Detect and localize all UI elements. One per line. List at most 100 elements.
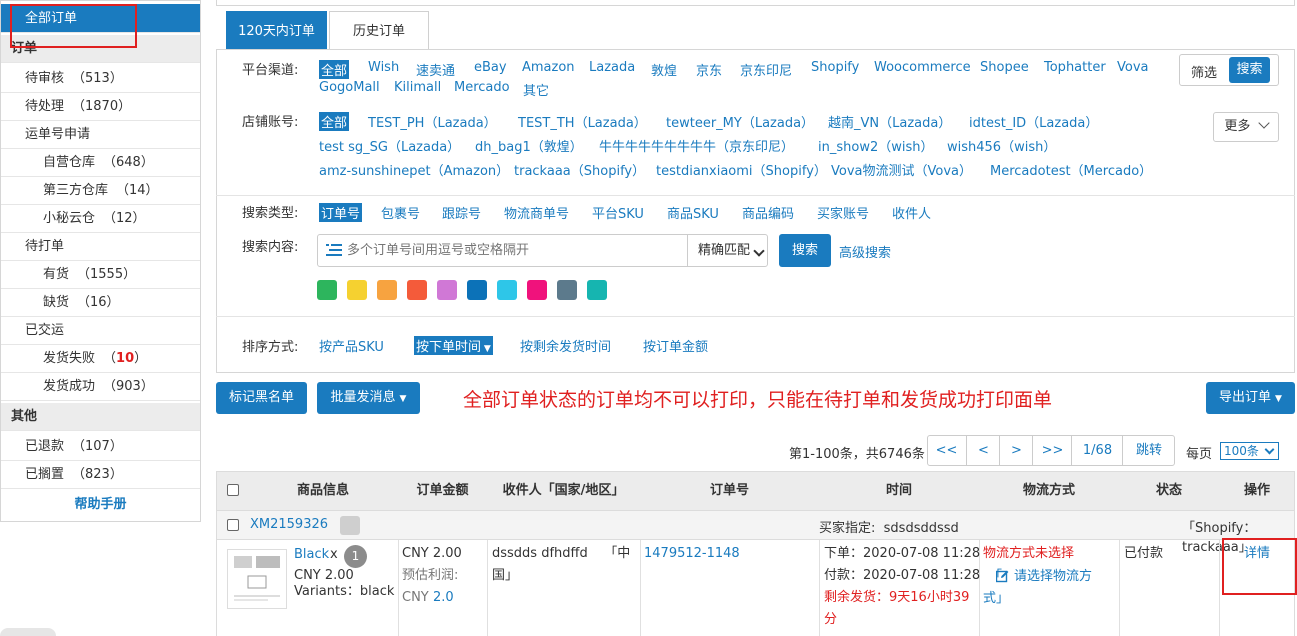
store-option[interactable]: in_show2（wish） bbox=[818, 136, 933, 155]
sidebar-item-xiaomi-cloud[interactable]: 小秘云仓 （12） bbox=[1, 205, 200, 233]
sort-option[interactable]: 按产品SKU bbox=[319, 336, 384, 355]
color-tag-swatch[interactable] bbox=[467, 280, 487, 300]
page-next-button[interactable]: > bbox=[1001, 435, 1033, 466]
sidebar-item-refunded[interactable]: 已退款 （107） bbox=[1, 433, 200, 461]
platform-option[interactable]: Amazon bbox=[522, 60, 575, 75]
order-number-link[interactable]: 1479512-1148 bbox=[644, 543, 740, 565]
store-option[interactable]: Vova物流测试（Vova） bbox=[831, 160, 972, 179]
page-last-button[interactable]: >> bbox=[1034, 435, 1072, 466]
order-group-id[interactable]: XM2159326 bbox=[250, 517, 328, 532]
sidebar-item-out-of-stock[interactable]: 缺货 （16） bbox=[1, 289, 200, 317]
search-type-option[interactable]: 包裹号 bbox=[381, 203, 420, 222]
page-jump-button[interactable]: 跳转 bbox=[1124, 435, 1174, 466]
per-page-select[interactable]: 100条 bbox=[1220, 442, 1279, 460]
more-button[interactable]: 更多 bbox=[1213, 112, 1279, 142]
sidebar-item-shipped[interactable]: 已交运 bbox=[1, 317, 200, 345]
order-group-checkbox[interactable] bbox=[227, 519, 239, 531]
help-manual-link[interactable]: 帮助手册 bbox=[1, 491, 200, 519]
store-option[interactable]: test sg_SG（Lazada） bbox=[319, 136, 460, 155]
color-tag-swatch[interactable] bbox=[527, 280, 547, 300]
store-option[interactable]: testdianxiaomi（Shopify） bbox=[656, 160, 827, 179]
sidebar-item-to-print[interactable]: 待打单 bbox=[1, 233, 200, 261]
platform-option[interactable]: 京东印尼 bbox=[740, 60, 792, 79]
store-option[interactable]: TEST_TH（Lazada） bbox=[518, 112, 647, 131]
product-thumbnail[interactable] bbox=[227, 549, 287, 609]
search-type-option[interactable]: 商品编码 bbox=[742, 203, 794, 222]
platform-option[interactable]: Shopee bbox=[980, 60, 1029, 75]
store-option[interactable]: Mercadotest（Mercado） bbox=[990, 160, 1152, 179]
search-type-option[interactable]: 买家账号 bbox=[817, 203, 869, 222]
platform-option[interactable]: 速卖通 bbox=[416, 60, 455, 79]
sidebar-item-own-warehouse[interactable]: 自营仓库 （648） bbox=[1, 149, 200, 177]
sidebar-item-ship-success[interactable]: 发货成功 （903） bbox=[1, 373, 200, 401]
choose-logistics-link-cont[interactable]: 式」 bbox=[983, 588, 1009, 610]
sidebar-item-in-stock[interactable]: 有货 （1555） bbox=[1, 261, 200, 289]
color-tag-swatch[interactable] bbox=[557, 280, 577, 300]
search-type-option[interactable]: 物流商单号 bbox=[504, 203, 569, 222]
color-tag-swatch[interactable] bbox=[407, 280, 427, 300]
store-option[interactable]: idtest_ID（Lazada） bbox=[969, 112, 1098, 131]
tab-recent-orders[interactable]: 120天内订单 bbox=[226, 11, 327, 50]
sort-option[interactable]: 按订单金额 bbox=[643, 336, 708, 355]
sidebar-item-ship-failed[interactable]: 发货失败 （10） bbox=[1, 345, 200, 373]
platform-option[interactable]: 其它 bbox=[523, 80, 549, 99]
search-type-option[interactable]: 平台SKU bbox=[592, 203, 644, 222]
sidebar-item-third-warehouse[interactable]: 第三方仓库 （14） bbox=[1, 177, 200, 205]
platform-option[interactable]: Lazada bbox=[589, 60, 635, 75]
color-tag-swatch[interactable] bbox=[497, 280, 517, 300]
store-option[interactable]: 牛牛牛牛牛牛牛牛牛（京东印尼） bbox=[599, 136, 794, 155]
match-mode-select[interactable]: 精确匹配 bbox=[687, 235, 767, 266]
platform-option[interactable]: Tophatter bbox=[1044, 60, 1106, 75]
color-tag-swatch[interactable] bbox=[347, 280, 367, 300]
color-tag-swatch[interactable] bbox=[587, 280, 607, 300]
store-option[interactable]: trackaaa（Shopify） bbox=[514, 160, 645, 179]
export-orders-button[interactable]: 导出订单 ▼ bbox=[1206, 382, 1295, 414]
sort-option[interactable]: 按剩余发货时间 bbox=[520, 336, 611, 355]
sort-option[interactable]: 按下单时间 ▼ bbox=[414, 336, 493, 355]
store-option[interactable]: 越南_VN（Lazada） bbox=[828, 112, 951, 131]
platform-option[interactable]: GogoMall bbox=[319, 80, 380, 95]
platform-option[interactable]: 京东 bbox=[696, 60, 722, 79]
search-type-option[interactable]: 商品SKU bbox=[667, 203, 719, 222]
page-first-button[interactable]: << bbox=[927, 435, 967, 466]
choose-logistics-link[interactable]: 请选择物流方 bbox=[1014, 566, 1092, 588]
store-option[interactable]: dh_bag1（敦煌） bbox=[475, 136, 583, 155]
order-tag-placeholder[interactable] bbox=[340, 516, 360, 535]
sidebar-item-waybill-apply[interactable]: 运单号申请 bbox=[1, 121, 200, 149]
search-input[interactable] bbox=[345, 238, 683, 263]
platform-option[interactable]: Wish bbox=[368, 60, 399, 75]
platform-option[interactable]: eBay bbox=[474, 60, 507, 75]
page-indicator[interactable]: 1/68 bbox=[1073, 435, 1123, 466]
platform-option[interactable]: 敦煌 bbox=[651, 60, 677, 79]
color-tag-swatch[interactable] bbox=[317, 280, 337, 300]
platform-option[interactable]: Kilimall bbox=[394, 80, 441, 95]
search-type-option[interactable]: 跟踪号 bbox=[442, 203, 481, 222]
sidebar-item-pending-review[interactable]: 待审核 （513） bbox=[1, 65, 200, 93]
search-button-top[interactable]: 搜索 bbox=[1229, 57, 1270, 83]
color-tag-swatch[interactable] bbox=[437, 280, 457, 300]
tab-history-orders[interactable]: 历史订单 bbox=[329, 11, 429, 50]
platform-option[interactable]: Vova bbox=[1117, 60, 1149, 75]
platform-option[interactable]: Woocommerce bbox=[874, 60, 971, 75]
search-button[interactable]: 搜索 bbox=[779, 234, 831, 267]
platform-option[interactable]: Mercado bbox=[454, 80, 510, 95]
platform-option[interactable]: 全部 bbox=[319, 60, 350, 79]
store-option[interactable]: 全部 bbox=[319, 112, 350, 131]
edit-icon[interactable] bbox=[995, 570, 1009, 583]
platform-option[interactable]: Shopify bbox=[811, 60, 859, 75]
store-option[interactable]: wish456（wish） bbox=[947, 136, 1056, 155]
color-tag-swatch[interactable] bbox=[377, 280, 397, 300]
sidebar-item-shelved[interactable]: 已搁置 （823） bbox=[1, 461, 200, 489]
store-option[interactable]: tewteer_MY（Lazada） bbox=[666, 112, 814, 131]
screen-button[interactable]: 筛选 bbox=[1191, 62, 1217, 81]
search-type-option[interactable]: 订单号 bbox=[319, 203, 363, 222]
select-all-checkbox[interactable] bbox=[227, 484, 239, 496]
product-name-link[interactable]: Black bbox=[294, 547, 329, 562]
advanced-search-link[interactable]: 高级搜索 bbox=[839, 242, 891, 261]
sidebar-item-pending-process[interactable]: 待处理 （1870） bbox=[1, 93, 200, 121]
search-type-option[interactable]: 收件人 bbox=[892, 203, 931, 222]
bulk-message-button[interactable]: 批量发消息 ▼ bbox=[317, 382, 420, 414]
mark-blacklist-button[interactable]: 标记黑名单 bbox=[216, 382, 307, 414]
store-option[interactable]: TEST_PH（Lazada） bbox=[368, 112, 497, 131]
page-prev-button[interactable]: < bbox=[968, 435, 1000, 466]
